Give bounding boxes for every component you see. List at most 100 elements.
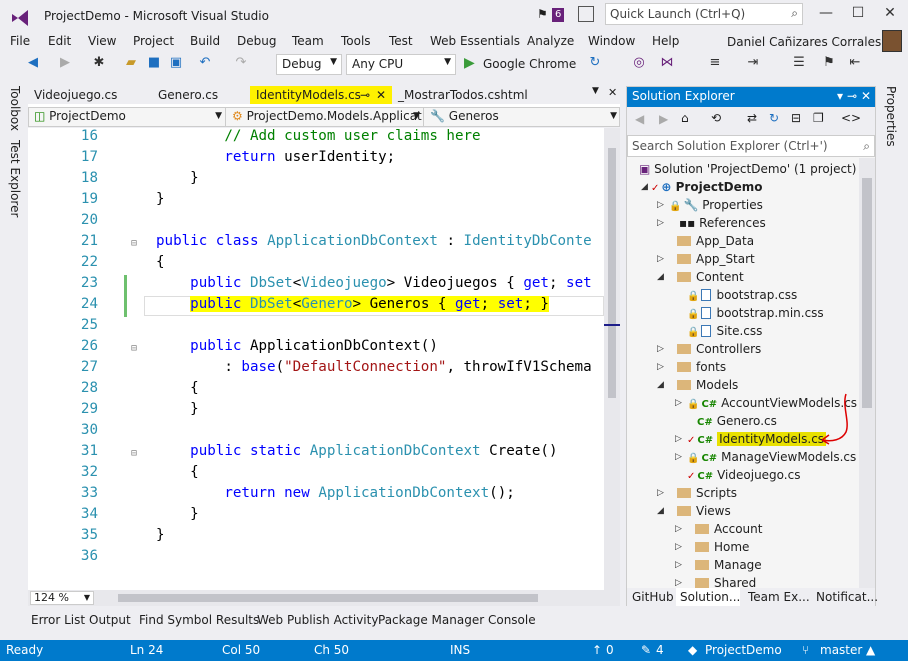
repo-icon[interactable]: ◆ [688, 643, 697, 657]
tree-item-bootstrap-min-css[interactable]: 🔒 bootstrap.min.css [687, 304, 824, 322]
chevron-up-icon[interactable]: ▲ [866, 643, 875, 657]
menu-edit[interactable]: Edit [48, 34, 71, 48]
show-all-files-icon[interactable]: ❐ [813, 111, 824, 125]
collapse-all-icon[interactable]: ⊟ [791, 111, 801, 125]
collapsed-arrow-icon[interactable]: ▷ [675, 524, 682, 534]
indent-icon[interactable]: ⇥ [744, 55, 762, 70]
tree-item-app-start[interactable]: App_Start [677, 250, 755, 268]
tab-team-explorer[interactable]: Team Ex... [744, 588, 814, 606]
tree-item-scripts[interactable]: Scripts [677, 484, 737, 502]
expanded-arrow-icon[interactable]: ◢ [657, 380, 664, 390]
collapse-icon[interactable]: ⊟ [131, 238, 137, 249]
code-editor[interactable]: 16 17 18 19 20 21 22 23 24 25 26 27 28 2… [28, 128, 604, 590]
save-icon[interactable]: ■ [145, 55, 163, 70]
bookmark-icon[interactable]: ⚑ [820, 55, 838, 70]
tab-overflow-icon[interactable]: ▼ [592, 86, 599, 96]
collapsed-arrow-icon[interactable]: ▷ [675, 578, 682, 588]
tree-item-solution[interactable]: ▣ Solution 'ProjectDemo' (1 project) [639, 160, 856, 178]
collapsed-arrow-icon[interactable]: ▷ [657, 488, 664, 498]
new-project-icon[interactable]: ✱ [90, 55, 108, 70]
collapsed-arrow-icon[interactable]: ▷ [657, 218, 664, 228]
menu-analyze[interactable]: Analyze [527, 34, 574, 48]
history-icon[interactable]: ⟲ [711, 111, 721, 125]
member-dropdown[interactable]: 🔧 Generos ▼ [426, 107, 620, 127]
expanded-arrow-icon[interactable]: ◢ [641, 182, 648, 192]
status-unpushed[interactable]: 0 [606, 643, 614, 657]
tab-error-list[interactable]: Error List [31, 613, 85, 627]
browser-link-icon[interactable]: ◎ [630, 55, 648, 70]
minimize-button[interactable]: — [814, 5, 838, 25]
tree-item-models[interactable]: Models [677, 376, 738, 394]
collapse-icon[interactable]: ⊟ [131, 448, 137, 459]
sync-icon[interactable]: ⇄ [747, 111, 757, 125]
quick-launch-input[interactable]: Quick Launch (Ctrl+Q) ⌕ [605, 3, 803, 25]
scrollbar-thumb[interactable] [118, 594, 538, 602]
maximize-button[interactable]: ☐ [846, 5, 870, 25]
editor-horizontal-scrollbar[interactable] [28, 590, 620, 606]
tree-item-properties[interactable]: 🔒 🔧 Properties [669, 196, 763, 214]
format-icon[interactable]: ☰ [790, 55, 808, 70]
pin-icon[interactable]: ⊸ [847, 89, 857, 103]
start-debugging-icon[interactable]: ▶ [464, 55, 475, 71]
view-code-icon[interactable]: <> [841, 111, 861, 125]
user-name[interactable]: Daniel Cañizares Corrales [727, 35, 881, 49]
project-dropdown[interactable]: ◫ ProjectDemo ▼ [30, 107, 226, 127]
forward-icon[interactable]: ▶ [56, 55, 74, 70]
tree-item-manageviewmodels[interactable]: 🔒 C# ManageViewModels.cs [687, 448, 856, 466]
collapsed-arrow-icon[interactable]: ▷ [675, 542, 682, 552]
tree-item-genero[interactable]: C# Genero.cs [697, 412, 777, 430]
menu-file[interactable]: File [10, 34, 30, 48]
tree-item-videojuego[interactable]: ✓ C# Videojuego.cs [687, 466, 800, 484]
tab-output[interactable]: Output [89, 613, 131, 627]
menu-window[interactable]: Window [588, 34, 635, 48]
pin-icon[interactable]: ⊸ [360, 86, 370, 104]
tab-mostrartodos[interactable]: _MostrarTodos.cshtml [392, 86, 534, 104]
browser-button[interactable]: Google Chrome [483, 57, 576, 71]
collapsed-arrow-icon[interactable]: ▷ [657, 200, 664, 210]
menu-web-essentials[interactable]: Web Essentials [430, 34, 520, 48]
tree-item-home[interactable]: Home [695, 538, 749, 556]
status-repository[interactable]: ProjectDemo [705, 643, 782, 657]
collapse-icon[interactable]: ⊟ [131, 343, 137, 354]
comment-icon[interactable]: ≡ [706, 55, 724, 70]
redo-icon[interactable]: ↷ [232, 55, 250, 70]
tree-item-identitymodels[interactable]: ✓ C# IdentityModels.cs [687, 430, 827, 448]
collapsed-arrow-icon[interactable]: ▷ [675, 560, 682, 570]
dropdown-icon[interactable]: ▾ [837, 89, 843, 103]
tree-item-app-data[interactable]: App_Data [677, 232, 754, 250]
properties-tab[interactable]: Properties [884, 86, 898, 147]
status-branch[interactable]: master [820, 643, 862, 657]
close-button[interactable]: ✕ [878, 5, 902, 25]
tab-identitymodels[interactable]: IdentityModels.cs ⊸ ✕ [250, 86, 392, 104]
tree-item-project[interactable]: ✓ ⊕ ProjectDemo [651, 178, 763, 196]
menu-help[interactable]: Help [652, 34, 679, 48]
refresh-icon[interactable]: ↻ [586, 55, 604, 70]
editor-vertical-scrollbar[interactable] [604, 128, 620, 590]
notification-count[interactable]: 6 [552, 8, 565, 22]
tree-item-views[interactable]: Views [677, 502, 731, 520]
tree-item-account[interactable]: Account [695, 520, 762, 538]
tab-web-publish-activity[interactable]: Web Publish Activity [257, 613, 378, 627]
status-changes[interactable]: 4 [656, 643, 664, 657]
open-folder-icon[interactable]: ▰ [122, 55, 140, 70]
tab-solution-explorer[interactable]: Solution... [676, 588, 740, 606]
close-icon[interactable]: ✕ [608, 86, 617, 99]
feedback-icon[interactable] [578, 6, 594, 22]
avatar[interactable] [882, 30, 902, 52]
vs-feedback-icon[interactable]: ⋈ [658, 55, 676, 70]
test-explorer-tab[interactable]: Test Explorer [8, 140, 22, 217]
class-dropdown[interactable]: ⚙ ProjectDemo.Models.Applicat ▼ [228, 107, 424, 127]
zoom-select[interactable]: 124 % ▼ [30, 591, 94, 605]
pencil-icon[interactable]: ✎ [641, 643, 651, 657]
collapsed-arrow-icon[interactable]: ▷ [657, 362, 664, 372]
branch-icon[interactable]: ⑂ [802, 643, 809, 657]
home-icon[interactable]: ⌂ [681, 111, 689, 125]
solution-search-input[interactable]: Search Solution Explorer (Ctrl+') ⌕ [627, 135, 875, 157]
tree-item-bootstrap-css[interactable]: 🔒 bootstrap.css [687, 286, 797, 304]
close-icon[interactable]: ✕ [861, 89, 871, 103]
menu-view[interactable]: View [88, 34, 116, 48]
forward-icon[interactable]: ▶ [659, 112, 668, 126]
tree-item-manage[interactable]: Manage [695, 556, 762, 574]
collapsed-arrow-icon[interactable]: ▷ [657, 344, 664, 354]
refresh-icon[interactable]: ↻ [769, 111, 779, 125]
